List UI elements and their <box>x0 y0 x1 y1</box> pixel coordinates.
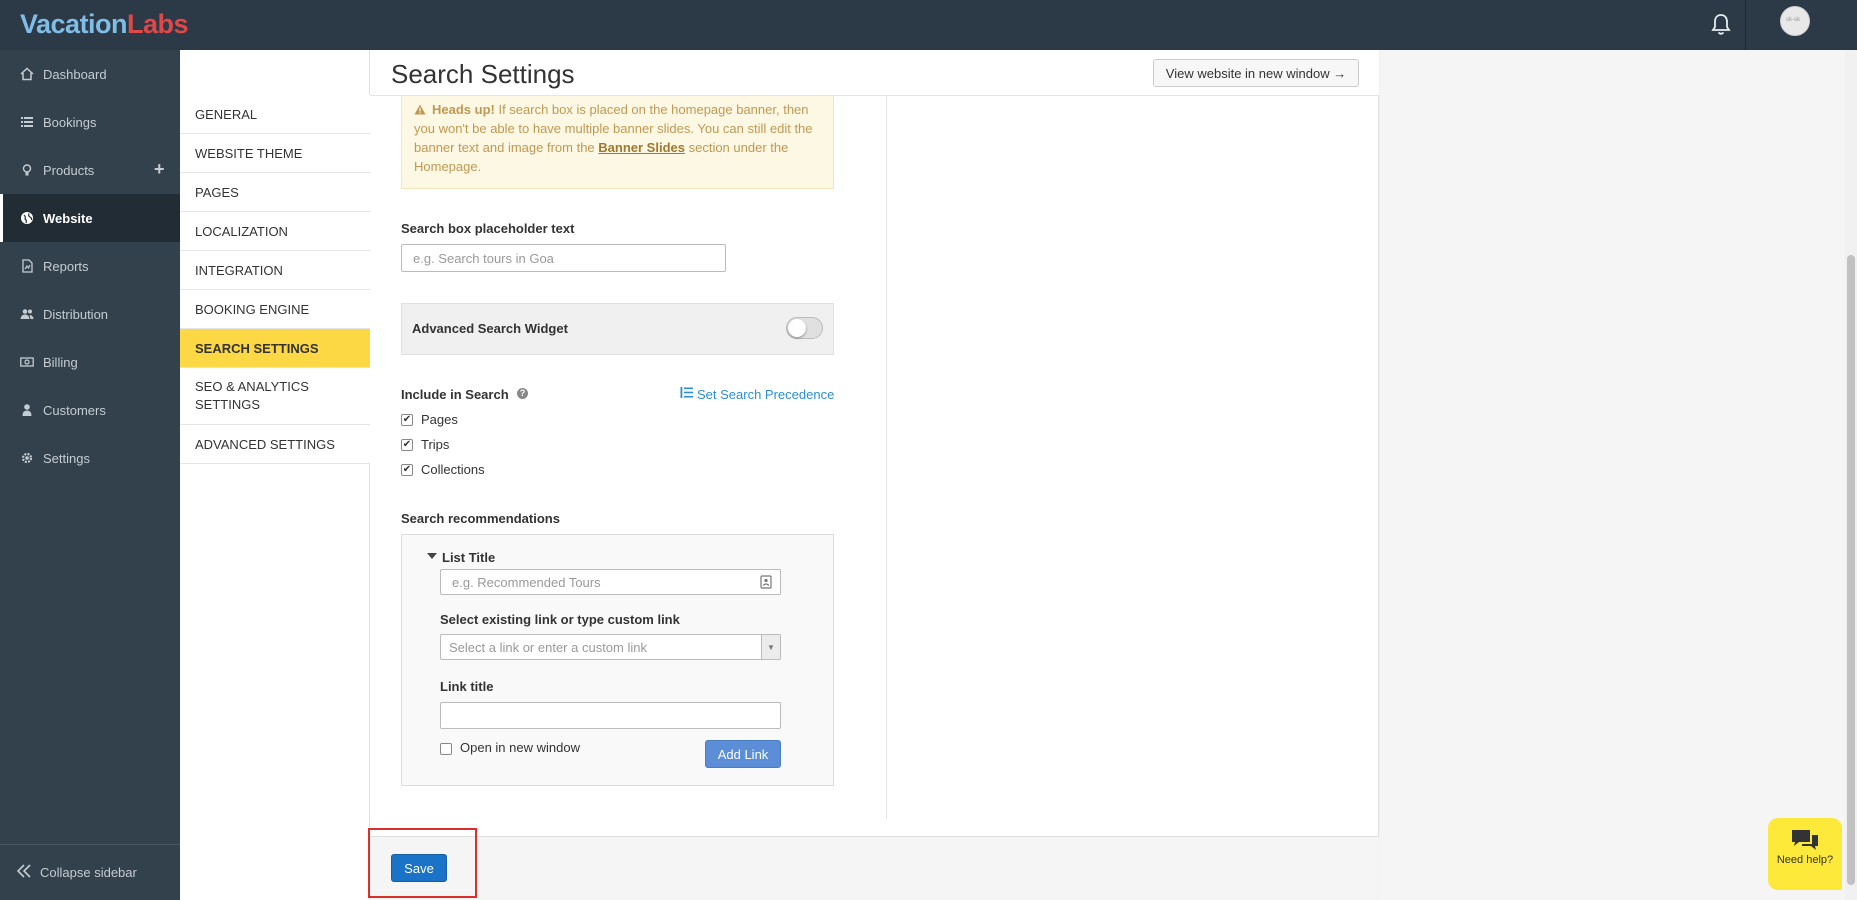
bell-icon[interactable] <box>1709 12 1733 38</box>
advanced-search-toggle[interactable] <box>786 317 823 339</box>
add-product-button[interactable]: + <box>154 159 165 180</box>
list-title-label: List Title <box>442 550 496 565</box>
include-pages-checkbox[interactable]: ✔ <box>401 414 413 426</box>
subnav-seo-analytics[interactable]: SEO & ANALYTICS SETTINGS <box>180 368 370 425</box>
sidebar-item-reports[interactable]: Reports <box>0 242 180 290</box>
subnav-booking-engine[interactable]: BOOKING ENGINE <box>180 290 370 329</box>
topbar-divider <box>1745 0 1746 50</box>
collapse-sidebar-button[interactable]: Collapse sidebar <box>0 844 180 900</box>
include-in-search-label: Include in Search <box>401 387 509 402</box>
sidebar-item-label: Distribution <box>43 306 109 322</box>
link-select-label: Select existing link or type custom link <box>440 612 680 627</box>
globe-icon <box>20 211 34 225</box>
form-footer <box>370 836 1379 900</box>
view-website-button[interactable]: View website in new window → <box>1153 59 1359 87</box>
gear-icon <box>20 451 34 465</box>
set-search-precedence-link[interactable]: Set Search Precedence <box>680 386 834 402</box>
page-title: Search Settings <box>391 59 575 89</box>
collapse-sidebar-label: Collapse sidebar <box>40 865 137 880</box>
report-icon <box>20 259 34 273</box>
contact-card-icon <box>760 575 772 592</box>
top-bar: VacationLabs sk-sk <box>0 0 1857 50</box>
include-trips-label: Trips <box>421 437 450 452</box>
subnav-general[interactable]: GENERAL <box>180 95 370 134</box>
include-collections-label: Collections <box>421 462 485 477</box>
avatar[interactable]: sk-sk <box>1780 6 1810 36</box>
scrollbar-thumb[interactable] <box>1847 255 1855 885</box>
sidebar-item-label: Bookings <box>43 114 97 130</box>
sidebar-item-website[interactable]: Website <box>0 194 180 242</box>
vacationlabs-logo[interactable]: VacationLabs <box>20 9 189 40</box>
double-chevron-left-icon <box>16 864 32 881</box>
money-icon <box>20 355 34 369</box>
save-button[interactable]: Save <box>391 854 447 882</box>
sidebar-item-label: Reports <box>43 258 89 274</box>
include-trips-checkbox[interactable]: ✔ <box>401 439 413 451</box>
right-background <box>1380 50 1845 900</box>
set-search-precedence-label: Set Search Precedence <box>697 386 835 402</box>
subnav-integration[interactable]: INTEGRATION <box>180 251 370 290</box>
search-recommendations-label: Search recommendations <box>401 511 560 526</box>
subnav-localization[interactable]: LOCALIZATION <box>180 212 370 251</box>
need-help-label: Need help? <box>1776 854 1834 866</box>
include-collections-checkbox[interactable]: ✔ <box>401 464 413 476</box>
subnav-search-settings[interactable]: SEARCH SETTINGS <box>180 329 370 368</box>
alert-heading: Heads up! <box>432 102 495 117</box>
lightbulb-icon <box>20 163 34 177</box>
list-icon <box>20 115 34 129</box>
open-new-window-checkbox[interactable] <box>440 743 452 755</box>
sidebar-item-distribution[interactable]: Distribution <box>0 290 180 338</box>
link-title-input[interactable] <box>440 702 781 729</box>
subnav-pages[interactable]: PAGES <box>180 173 370 212</box>
sidebar-item-billing[interactable]: Billing <box>0 338 180 386</box>
user-icon <box>20 403 34 417</box>
sidebar-item-label: Website <box>43 210 93 226</box>
subnav-advanced-settings[interactable]: ADVANCED SETTINGS <box>180 425 370 464</box>
page-scrollbar[interactable] <box>1845 50 1857 900</box>
heads-up-alert: Heads up! If search box is placed on the… <box>401 96 834 189</box>
sidebar-item-label: Settings <box>43 450 90 466</box>
sidebar-item-label: Dashboard <box>43 66 107 82</box>
sidebar-item-products[interactable]: Products <box>0 146 180 194</box>
search-placeholder-label: Search box placeholder text <box>401 221 575 236</box>
subnav-website-theme[interactable]: WEBSITE THEME <box>180 134 370 173</box>
open-new-window-label: Open in new window <box>460 740 580 755</box>
column-divider <box>886 96 887 819</box>
toggle-knob <box>788 319 806 337</box>
chevron-down-icon[interactable]: ▼ <box>761 635 780 659</box>
sidebar-item-settings[interactable]: Settings <box>0 434 180 482</box>
caret-down-icon[interactable] <box>427 553 437 559</box>
list-ordered-icon <box>680 386 693 402</box>
sidebar-item-bookings[interactable]: Bookings <box>0 98 180 146</box>
sidebar-item-label: Products <box>43 162 95 178</box>
advanced-search-widget-label: Advanced Search Widget <box>412 321 568 336</box>
avatar-text: sk-sk <box>1786 17 1800 23</box>
sidebar-item-customers[interactable]: Customers <box>0 386 180 434</box>
sidebar-item-label: Billing <box>43 354 78 370</box>
list-title-input[interactable]: e.g. Recommended Tours <box>440 569 781 595</box>
link-select-dropdown[interactable]: Select a link or enter a custom link <box>440 634 781 660</box>
warning-icon <box>414 102 432 117</box>
need-help-widget[interactable]: Need help? <box>1768 818 1842 890</box>
question-circle-icon[interactable]: ? <box>517 388 528 399</box>
chat-bubbles-icon <box>1790 828 1820 855</box>
sidebar-item-dashboard[interactable]: Dashboard <box>0 50 180 98</box>
sidebar-item-label: Customers <box>43 402 106 418</box>
banner-slides-link[interactable]: Banner Slides <box>598 140 685 155</box>
link-title-label: Link title <box>440 679 494 694</box>
users-icon <box>20 307 34 321</box>
dashboard-icon <box>20 67 34 81</box>
search-placeholder-input[interactable]: e.g. Search tours in Goa <box>401 244 726 272</box>
include-pages-label: Pages <box>421 412 458 427</box>
add-link-button[interactable]: Add Link <box>705 740 781 768</box>
